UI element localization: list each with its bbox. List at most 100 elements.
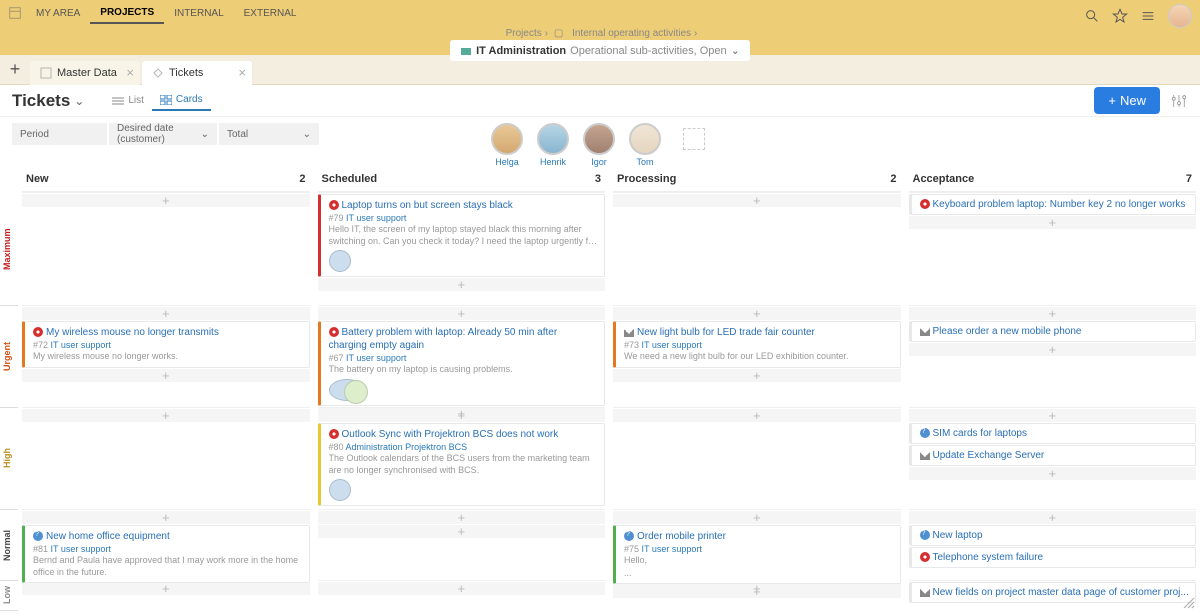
ticket-card[interactable]: Battery problem with laptop: Already 50 … [318,321,606,406]
add-card-button[interactable]: + [318,307,606,320]
ticket-card[interactable]: New fields on project master data page o… [909,582,1197,603]
ticket-card[interactable]: Order mobile printer #75 IT user support… [613,525,901,584]
card-meta: #79 IT user support [329,213,599,223]
user-avatar[interactable] [1168,4,1192,28]
card-category[interactable]: IT user support [642,340,702,350]
card-title[interactable]: Outlook Sync with Projektron BCS does no… [329,428,599,441]
bug-icon [920,552,930,562]
card-title[interactable]: Telephone system failure [920,551,1190,564]
card-title[interactable]: Please order a new mobile phone [920,325,1190,338]
add-card-button[interactable]: + [318,409,606,422]
row-urgent: + My wireless mouse no longer transmits … [22,305,310,407]
new-tab-button[interactable]: + [0,59,30,80]
sliders-icon[interactable] [1170,92,1188,110]
row-normal: + New laptop Telephone system failure [909,509,1197,580]
new-button[interactable]: + New [1094,87,1160,114]
add-card-button[interactable]: + [613,511,901,524]
ticket-card[interactable]: Update Exchange Server [909,445,1197,466]
card-title[interactable]: Keyboard problem laptop: Number key 2 no… [920,198,1190,211]
group-select-icon[interactable] [683,128,705,150]
add-card-button[interactable]: + [318,511,606,524]
person-tom[interactable]: Tom [629,123,661,167]
add-card-button[interactable]: + [318,582,606,595]
person-igor[interactable]: Igor [583,123,615,167]
card-category[interactable]: IT user support [51,340,111,350]
row-urgent: + Please order a new mobile phone + [909,305,1197,407]
breadcrumb-1[interactable]: Projects [506,28,542,39]
add-card-button[interactable]: + [909,409,1197,422]
view-list-button[interactable]: List [104,91,152,110]
prio-urgent: Urgent [0,306,18,408]
assignee-avatar[interactable] [329,479,351,501]
filter-desired-date[interactable]: Desired date (customer)⌄ [109,123,217,145]
add-card-button[interactable]: + [613,307,901,320]
add-card-button[interactable]: + [22,511,310,524]
card-category[interactable]: IT user support [51,544,111,554]
row-maximum: Keyboard problem laptop: Number key 2 no… [909,192,1197,305]
card-category[interactable]: IT user support [346,353,406,363]
nav-internal[interactable]: INTERNAL [164,4,233,23]
add-card-button[interactable]: + [909,343,1197,356]
add-card-button[interactable]: + [22,369,310,382]
card-category[interactable]: IT user support [642,544,702,554]
ticket-card[interactable]: Telephone system failure [909,547,1197,568]
card-title[interactable]: Order mobile printer [624,530,894,543]
card-title[interactable]: Laptop turns on but screen stays black [329,199,599,212]
card-category[interactable]: IT user support [346,213,406,223]
nav-projects[interactable]: PROJECTS [90,3,164,24]
breadcrumb-2[interactable]: Internal operating activities [572,28,691,39]
filter-total[interactable]: Total⌄ [219,123,319,145]
card-title[interactable]: Battery problem with laptop: Already 50 … [329,326,599,352]
add-card-button[interactable]: + [318,525,606,538]
add-card-button[interactable]: + [909,511,1197,524]
menu-icon[interactable] [1140,8,1156,24]
title-box[interactable]: IT Administration Operational sub-activi… [450,40,750,61]
add-card-button[interactable]: + [613,369,901,382]
card-category[interactable]: Administration Projektron BCS [346,442,468,452]
card-desc: ... [624,568,894,580]
add-card-button[interactable]: + [613,194,901,207]
ticket-card[interactable]: Outlook Sync with Projektron BCS does no… [318,423,606,506]
add-card-button[interactable]: + [22,582,310,595]
assignee-avatar[interactable] [329,250,351,272]
add-card-button[interactable]: + [909,307,1197,320]
assignee-avatar[interactable] [329,379,365,401]
card-title[interactable]: New home office equipment [33,530,303,543]
add-card-button[interactable]: + [909,216,1197,229]
view-cards-button[interactable]: Cards [152,90,211,111]
card-title[interactable]: New laptop [920,529,1190,542]
resize-icon[interactable] [1182,596,1196,610]
nav-external[interactable]: EXTERNAL [234,4,307,23]
card-title[interactable]: Update Exchange Server [920,449,1190,462]
add-card-button[interactable]: + [22,194,310,207]
tab-tickets[interactable]: Tickets × [142,61,252,85]
ticket-card[interactable]: New home office equipment #81 IT user su… [22,525,310,583]
star-icon[interactable] [1112,8,1128,24]
add-card-button[interactable]: + [613,409,901,422]
close-icon[interactable]: × [238,65,246,80]
ticket-card[interactable]: Keyboard problem laptop: Number key 2 no… [909,194,1197,215]
ticket-card[interactable]: Please order a new mobile phone [909,321,1197,342]
card-title[interactable]: New light bulb for LED trade fair counte… [624,326,894,339]
search-icon[interactable] [1084,8,1100,24]
ticket-card[interactable]: New laptop [909,525,1197,546]
tab-master-data[interactable]: Master Data × [30,61,140,85]
person-henrik[interactable]: Henrik [537,123,569,167]
chevron-down-icon[interactable]: ⌄ [74,94,84,108]
add-card-button[interactable]: + [318,278,606,291]
close-icon[interactable]: × [126,65,134,80]
ticket-card[interactable]: Laptop turns on but screen stays black #… [318,194,606,277]
ticket-card[interactable]: SIM cards for laptops [909,423,1197,444]
add-card-button[interactable]: + [22,307,310,320]
ticket-card[interactable]: New light bulb for LED trade fair counte… [613,321,901,368]
card-title[interactable]: SIM cards for laptops [920,427,1190,440]
filter-period[interactable]: Period [12,123,107,145]
card-title[interactable]: My wireless mouse no longer transmits [33,326,303,339]
ticket-card[interactable]: My wireless mouse no longer transmits #7… [22,321,310,368]
nav-myarea[interactable]: MY AREA [26,4,90,23]
add-card-button[interactable]: + [909,467,1197,480]
person-helga[interactable]: Helga [491,123,523,167]
card-title[interactable]: New fields on project master data page o… [920,586,1190,599]
add-card-button[interactable]: + [22,409,310,422]
row-normal: + Order mobile printer #75 IT user suppo… [613,509,901,580]
